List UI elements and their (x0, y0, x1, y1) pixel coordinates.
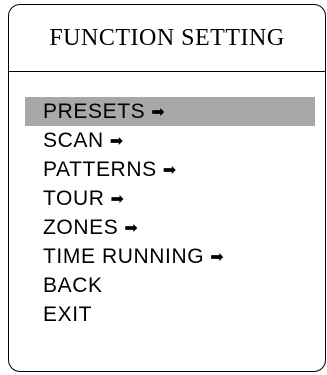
menu-item-label: SCAN (43, 129, 104, 152)
submenu-arrow-icon: ➡ (109, 133, 124, 150)
submenu-arrow-icon: ➡ (151, 104, 166, 121)
menu-item-presets[interactable]: PRESETS ➡ (25, 97, 315, 126)
submenu-arrow-icon: ➡ (124, 220, 139, 237)
menu-item-label: EXIT (43, 303, 93, 326)
menu-item-patterns[interactable]: PATTERNS ➡ (25, 155, 315, 184)
menu-item-label: PRESETS (43, 100, 146, 123)
menu-item-back[interactable]: BACK (25, 271, 315, 300)
submenu-arrow-icon: ➡ (162, 162, 177, 179)
menu-item-label: TOUR (43, 187, 105, 210)
submenu-arrow-icon: ➡ (210, 249, 225, 266)
menu-item-time-running[interactable]: TIME RUNNING ➡ (25, 242, 315, 271)
menu-item-label: TIME RUNNING (43, 245, 205, 268)
submenu-arrow-icon: ➡ (110, 191, 125, 208)
menu-item-label: PATTERNS (43, 158, 157, 181)
menu-item-label: ZONES (43, 216, 119, 239)
function-setting-panel: FUNCTION SETTING PRESETS ➡ SCAN ➡ PATTERNS… (8, 4, 326, 372)
menu-item-scan[interactable]: SCAN ➡ (25, 126, 315, 155)
menu-item-tour[interactable]: TOUR ➡ (25, 184, 315, 213)
menu-item-exit[interactable]: EXIT (25, 300, 315, 329)
function-menu: PRESETS ➡ SCAN ➡ PATTERNS ➡ TOUR ➡ ZONES ➡ TI… (25, 97, 315, 329)
menu-item-zones[interactable]: ZONES ➡ (25, 213, 315, 242)
menu-item-label: BACK (43, 274, 103, 297)
panel-title: FUNCTION SETTING (9, 5, 325, 72)
